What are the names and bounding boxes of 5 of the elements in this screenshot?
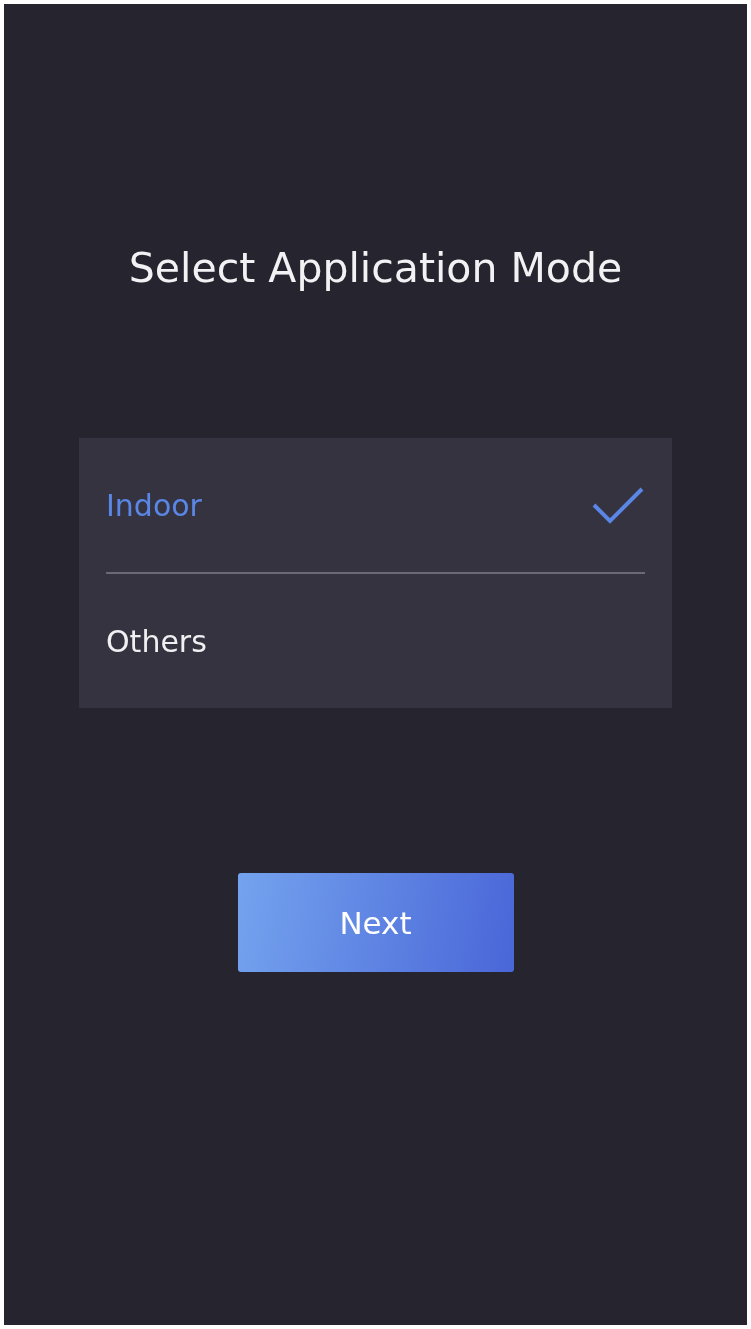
page-title: Select Application Mode [128,243,623,294]
mode-option[interactable]: Others [106,574,645,708]
next-button[interactable]: Next [237,873,514,972]
check-icon [591,485,645,525]
mode-option[interactable]: Indoor [106,438,645,572]
